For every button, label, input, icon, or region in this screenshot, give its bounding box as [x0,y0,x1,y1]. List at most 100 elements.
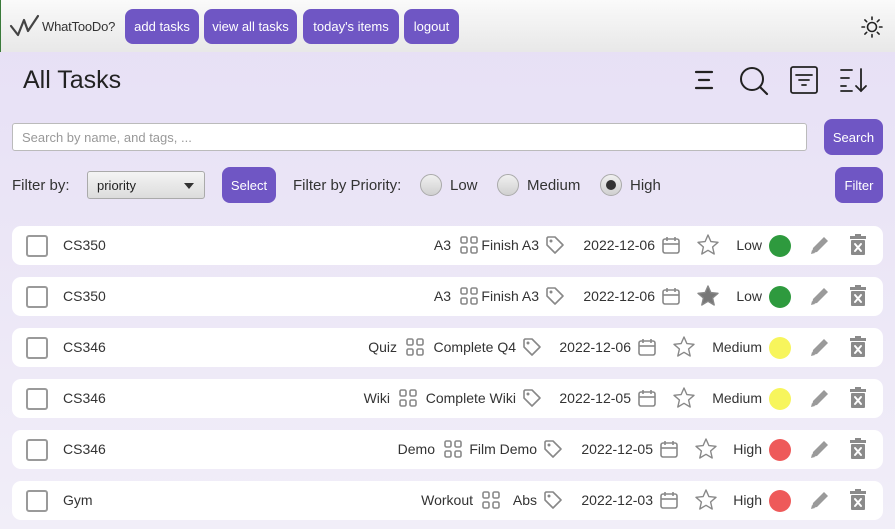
task-checkbox[interactable] [26,337,48,359]
edit-icon[interactable] [808,233,832,257]
calendar-icon[interactable] [659,490,679,510]
task-course: CS350 [63,237,106,253]
select-button[interactable]: Select [222,167,276,203]
tag-icon [543,490,563,510]
filter-select[interactable]: priority [87,171,205,199]
calendar-icon[interactable] [637,337,657,357]
star-icon[interactable] [694,488,718,512]
tag-icon [545,286,565,306]
logo[interactable]: WhatTooDo? [9,14,115,38]
task-name: A3 [433,288,451,304]
task-name: A3 [433,237,451,253]
filter-select-value: priority [97,178,137,193]
radio-medium-label: Medium [527,177,581,194]
radio-medium[interactable] [497,174,519,196]
task-checkbox[interactable] [26,490,48,512]
task-date: 2022-12-06 [583,237,655,253]
edit-icon[interactable] [808,284,832,308]
trash-icon[interactable] [846,335,870,359]
task-priority: Medium [712,390,762,406]
task-course: CS346 [63,339,106,355]
logo-check-icon [9,14,40,37]
edit-icon[interactable] [808,488,832,512]
star-icon[interactable] [696,233,720,257]
priority-dot [769,286,791,308]
trash-icon[interactable] [846,488,870,512]
trash-icon[interactable] [846,437,870,461]
task-date: 2022-12-06 [583,288,655,304]
calendar-icon[interactable] [661,235,681,255]
task-date: 2022-12-05 [581,441,653,457]
top-bar: WhatTooDo? add tasks view all tasks toda… [0,0,895,52]
search-icon[interactable] [737,64,769,96]
task-course: CS346 [63,441,106,457]
grid-icon [459,235,479,255]
task-date: 2022-12-05 [559,390,631,406]
filter-button[interactable]: Filter [835,167,883,203]
search-input[interactable] [12,123,807,151]
task-priority: Medium [712,339,762,355]
task-tag: Finish A3 [481,288,539,304]
priority-dot [769,235,791,257]
task-row[interactable]: CS350 A3 Finish A3 2022-12-06 Low [12,226,883,265]
priority-dot [769,337,791,359]
tag-icon [522,388,542,408]
radio-low[interactable] [420,174,442,196]
menu-icon[interactable] [688,64,720,96]
chevron-down-icon [184,183,194,189]
task-tag: Abs [512,492,537,508]
task-row[interactable]: CS346 Demo Film Demo 2022-12-05 High [12,430,883,469]
task-course: CS346 [63,390,106,406]
calendar-icon[interactable] [637,388,657,408]
task-course: CS350 [63,288,106,304]
nav-add-tasks-button[interactable]: add tasks [125,9,199,44]
sun-icon[interactable] [861,16,883,38]
radio-low-label: Low [450,177,478,194]
calendar-icon[interactable] [659,439,679,459]
filter-icon[interactable] [788,64,820,96]
task-priority: High [733,441,762,457]
task-checkbox[interactable] [26,439,48,461]
grid-icon [398,388,418,408]
tag-icon [543,439,563,459]
trash-icon[interactable] [846,386,870,410]
radio-high[interactable] [600,174,622,196]
star-icon[interactable] [672,386,696,410]
task-tag: Finish A3 [481,237,539,253]
task-name: Quiz [368,339,397,355]
tag-icon [545,235,565,255]
grid-icon [459,286,479,306]
task-row[interactable]: CS350 A3 Finish A3 2022-12-06 Low [12,277,883,316]
task-course: Gym [63,492,93,508]
task-date: 2022-12-03 [581,492,653,508]
sort-icon[interactable] [838,64,870,96]
task-checkbox[interactable] [26,235,48,257]
nav-todays-items-button[interactable]: today's items [303,9,399,44]
star-icon[interactable] [696,284,720,308]
task-priority: Low [736,237,762,253]
star-icon[interactable] [672,335,696,359]
nav-logout-button[interactable]: logout [404,9,459,44]
task-priority: High [733,492,762,508]
task-tag: Complete Q4 [433,339,516,355]
tag-icon [522,337,542,357]
trash-icon[interactable] [846,233,870,257]
task-checkbox[interactable] [26,388,48,410]
task-date: 2022-12-06 [559,339,631,355]
task-row[interactable]: CS346 Quiz Complete Q4 2022-12-06 Medium [12,328,883,367]
priority-dot [769,490,791,512]
edit-icon[interactable] [808,335,832,359]
search-button[interactable]: Search [824,119,883,155]
edit-icon[interactable] [808,386,832,410]
calendar-icon[interactable] [661,286,681,306]
task-tag: Film Demo [469,441,537,457]
task-row[interactable]: CS346 Wiki Complete Wiki 2022-12-05 Medium [12,379,883,418]
page-title: All Tasks [23,66,122,94]
nav-view-all-tasks-button[interactable]: view all tasks [204,9,297,44]
trash-icon[interactable] [846,284,870,308]
task-priority: Low [736,288,762,304]
task-checkbox[interactable] [26,286,48,308]
edit-icon[interactable] [808,437,832,461]
star-icon[interactable] [694,437,718,461]
task-row[interactable]: Gym Workout Abs 2022-12-03 High [12,481,883,520]
